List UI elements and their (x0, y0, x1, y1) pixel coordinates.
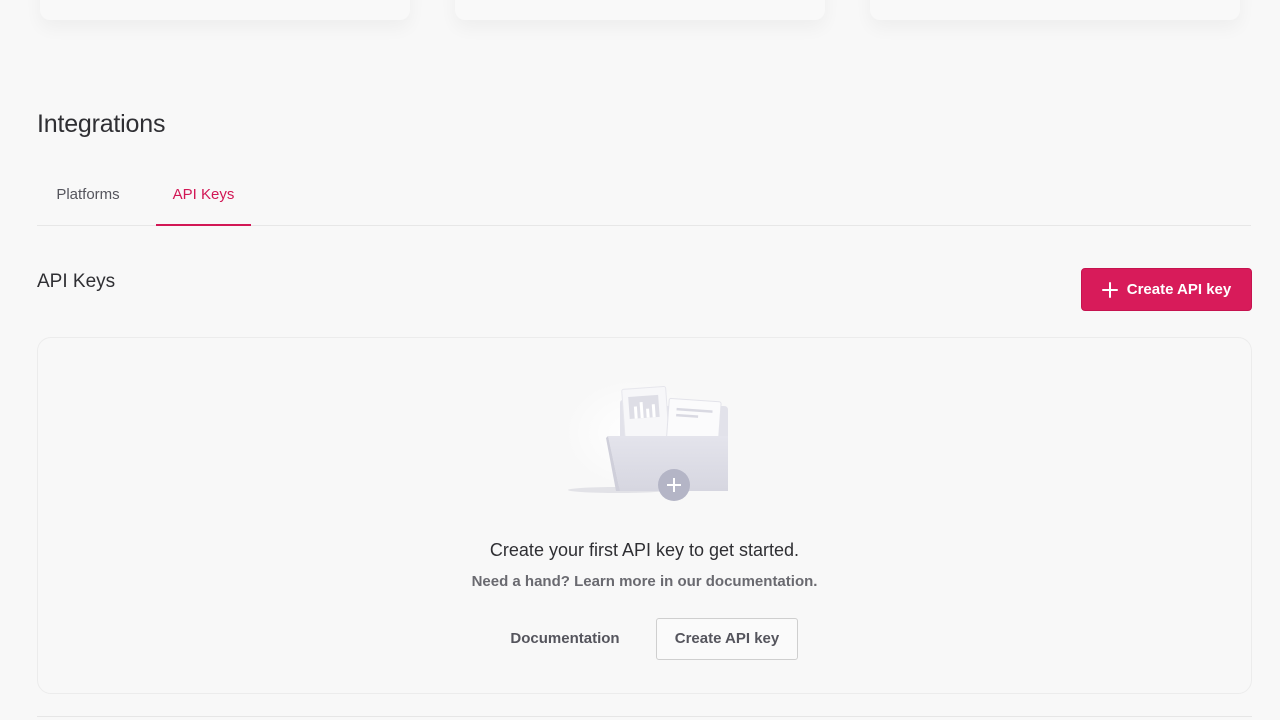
api-keys-heading: API Keys (37, 271, 116, 292)
page-title: Integrations (37, 110, 166, 138)
folder-with-documents-icon (563, 378, 728, 501)
empty-state-subtext: Need a hand? Learn more in our documenta… (471, 573, 818, 590)
page: Integrations Platforms API Keys API Keys… (0, 0, 1280, 720)
plus-icon (1101, 281, 1118, 298)
divider (37, 716, 1252, 717)
create-api-key-label: Create API key (1126, 281, 1232, 298)
tab-platforms[interactable]: Platforms (37, 170, 139, 224)
empty-state-heading: Create your first API key to get started… (489, 540, 800, 560)
create-api-key-secondary-button[interactable]: Create API key (656, 618, 798, 660)
documentation-link[interactable]: Documentation (498, 618, 632, 660)
create-api-key-button[interactable]: Create API key (1081, 268, 1252, 311)
tab-api-keys[interactable]: API Keys (156, 170, 251, 226)
summary-card (455, 0, 825, 20)
tab-bar: Platforms API Keys (37, 170, 1251, 226)
empty-state-card: Create your first API key to get started… (37, 337, 1252, 694)
summary-card (40, 0, 410, 20)
summary-card (870, 0, 1240, 20)
